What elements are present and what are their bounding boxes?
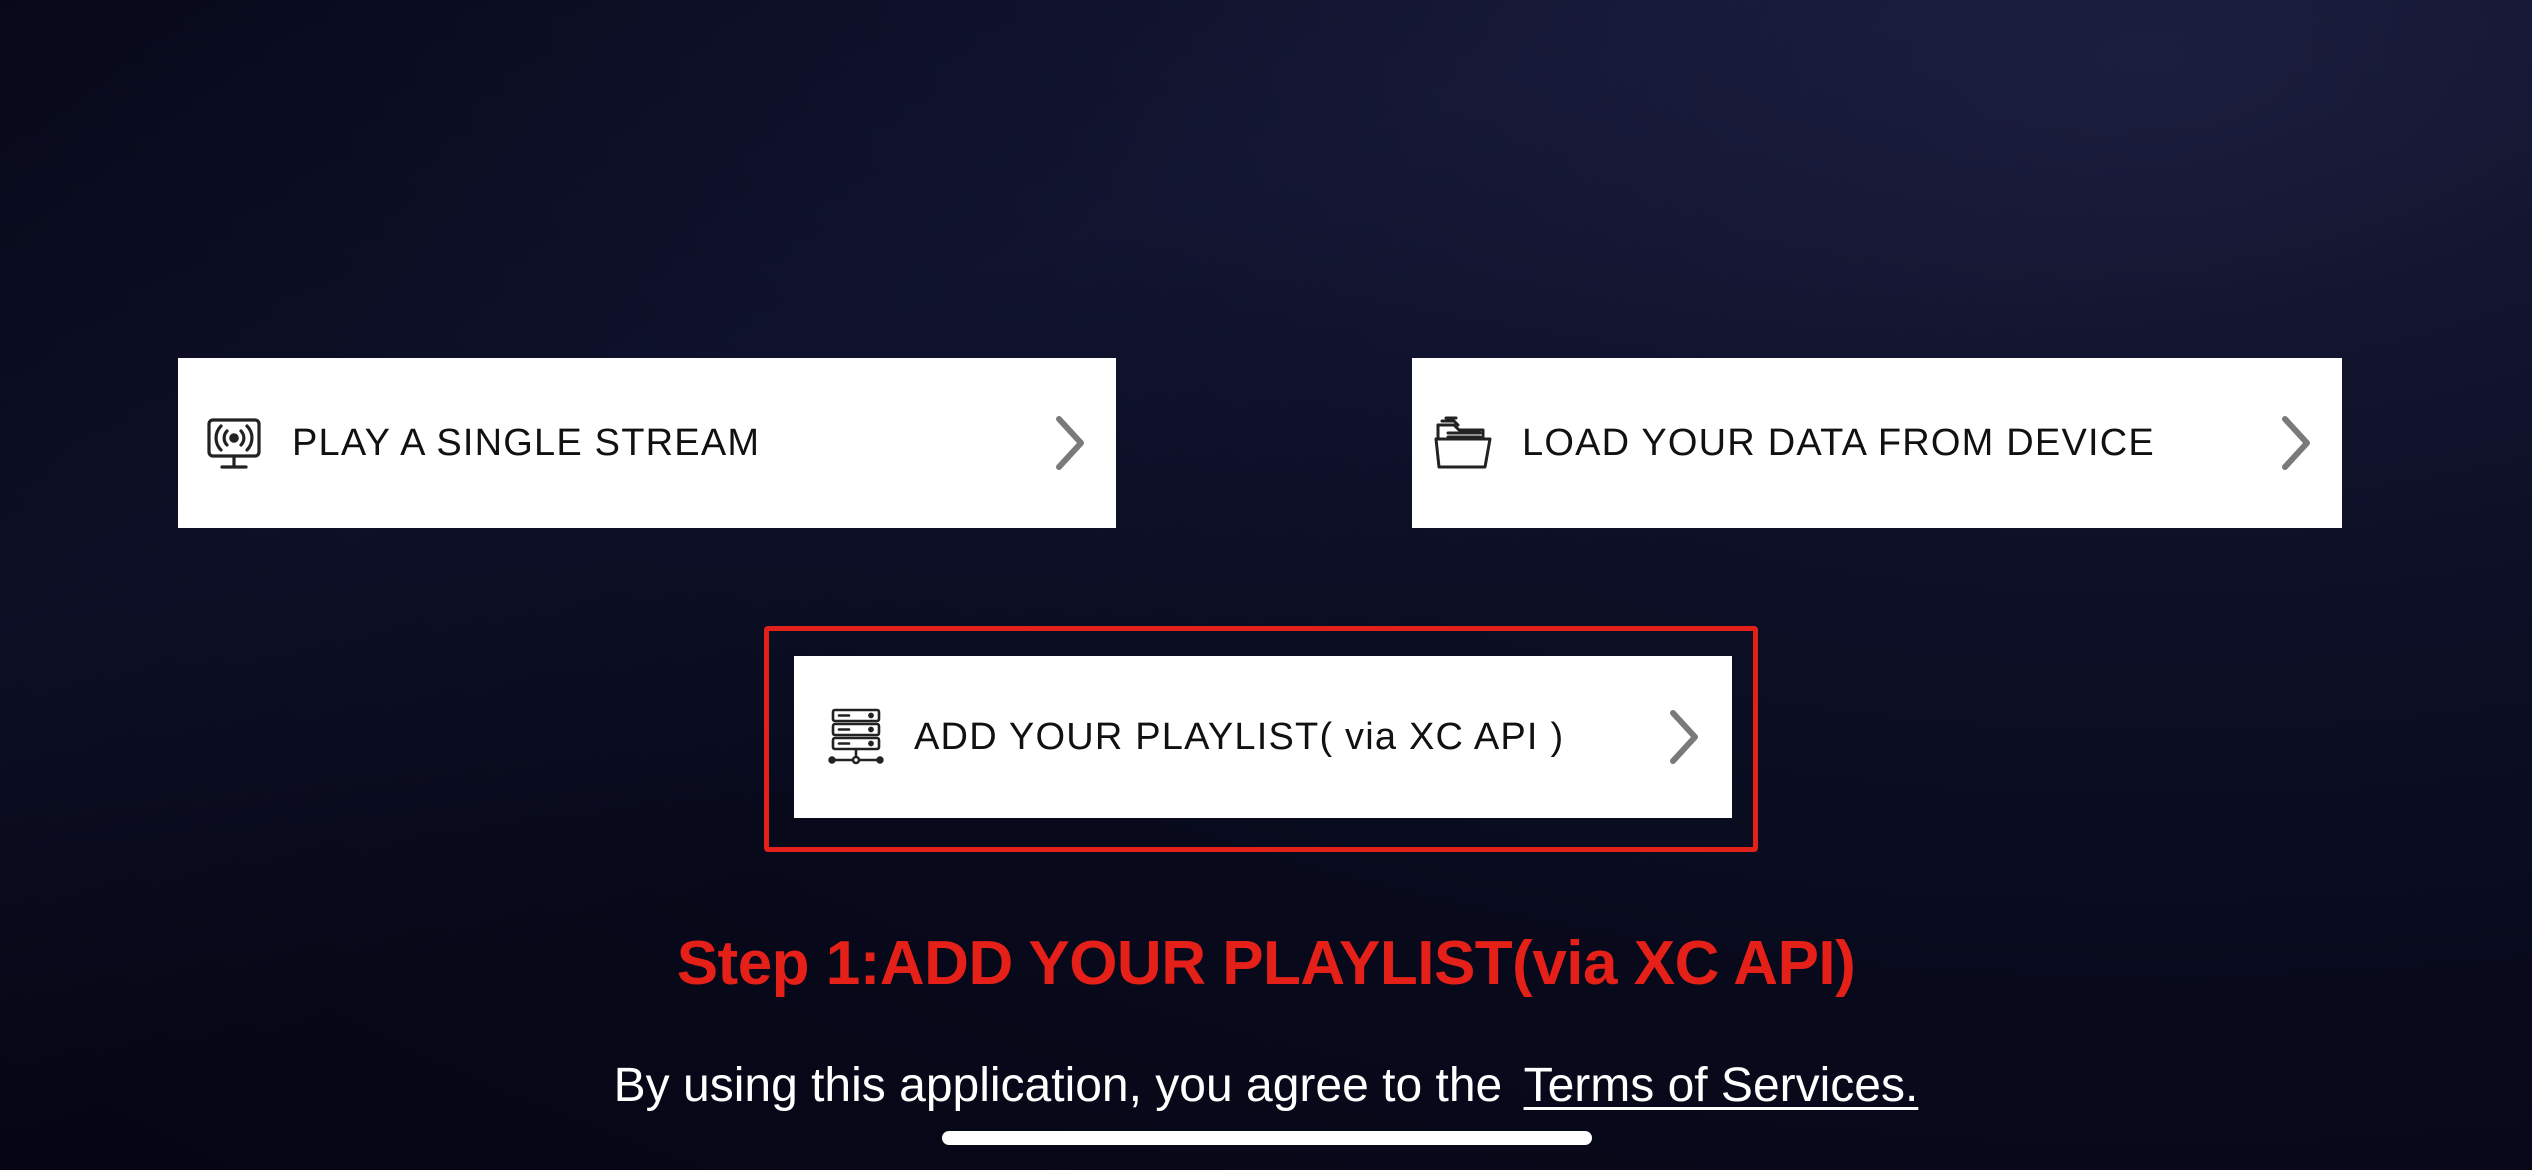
add-playlist-xc-api-button[interactable]: ADD YOUR PLAYLIST( via XC API ) (794, 656, 1732, 818)
play-single-stream-button[interactable]: PLAY A SINGLE STREAM (178, 358, 1116, 528)
home-indicator[interactable] (942, 1131, 1592, 1145)
chevron-right-icon (1050, 413, 1090, 473)
server-stack-icon (826, 707, 886, 767)
chevron-right-icon (1664, 707, 1704, 767)
step-annotation-text: Step 1:ADD YOUR PLAYLIST(via XC API) (676, 929, 1856, 998)
terms-of-services-link[interactable]: Terms of Services. (1524, 1059, 1919, 1112)
add-playlist-label: ADD YOUR PLAYLIST( via XC API ) (914, 715, 1565, 758)
load-data-from-device-button[interactable]: LOAD YOUR DATA FROM DEVICE (1412, 358, 2342, 528)
terms-agreement: By using this application, you agree to … (0, 1058, 2532, 1113)
play-single-stream-label: PLAY A SINGLE STREAM (292, 421, 761, 464)
broadcast-monitor-icon (204, 413, 264, 473)
load-data-from-device-label: LOAD YOUR DATA FROM DEVICE (1522, 421, 2155, 464)
agreement-text: By using this application, you agree to … (613, 1059, 1503, 1112)
folder-icon (1434, 413, 1494, 473)
chevron-right-icon (2276, 413, 2316, 473)
